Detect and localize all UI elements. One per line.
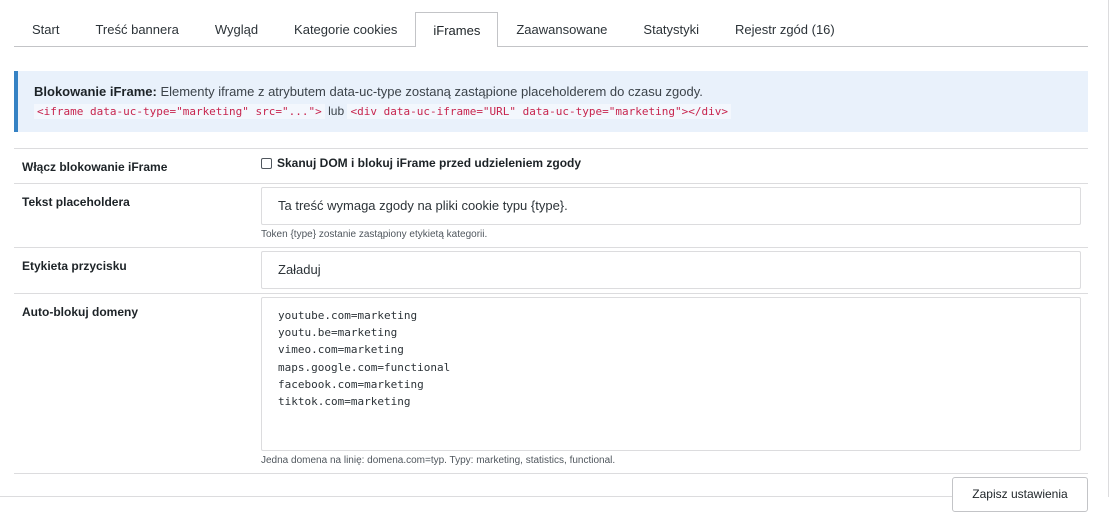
enable-blocking-control[interactable]: Skanuj DOM i blokuj iFrame przed udziele… <box>261 156 1081 170</box>
enable-blocking-label: Włącz blokowanie iFrame <box>22 160 168 174</box>
tab-advanced[interactable]: Zaawansowane <box>498 12 625 46</box>
tab-appearance[interactable]: Wygląd <box>197 12 276 46</box>
notice-separator: lub <box>328 104 345 118</box>
settings-panel: Start Treść bannera Wygląd Kategorie coo… <box>14 12 1088 474</box>
placeholder-text-input[interactable]: Ta treść wymaga zgody na pliki cookie ty… <box>261 187 1081 225</box>
notice-line-2: <iframe data-uc-type="marketing" src="..… <box>34 102 1072 121</box>
panel-bottom-border <box>0 496 952 497</box>
placeholder-text-field-wrap: Ta treść wymaga zgody na pliki cookie ty… <box>261 187 1081 240</box>
iframe-settings-form: Włącz blokowanie iFrame Skanuj DOM i blo… <box>14 148 1088 474</box>
tab-bar: Start Treść bannera Wygląd Kategorie coo… <box>14 12 1088 47</box>
tab-statistics[interactable]: Statystyki <box>625 12 717 46</box>
info-notice: Blokowanie iFrame: Elementy iframe z atr… <box>14 71 1088 132</box>
tab-iframes[interactable]: iFrames <box>415 12 499 47</box>
row-button-label: Etykieta przycisku Załaduj <box>14 247 1088 293</box>
auto-block-line: youtu.be=marketing <box>278 326 398 340</box>
enable-blocking-checkbox[interactable] <box>261 157 272 169</box>
button-label-field-wrap: Załaduj <box>261 251 1081 289</box>
auto-block-textarea[interactable]: youtube.com=marketing youtu.be=marketing… <box>261 297 1081 451</box>
tab-start[interactable]: Start <box>14 12 77 46</box>
notice-line-1: Blokowanie iFrame: Elementy iframe z atr… <box>34 83 1072 101</box>
tab-banner-content[interactable]: Treść bannera <box>77 12 196 46</box>
tab-cookie-categories[interactable]: Kategorie cookies <box>276 12 415 46</box>
placeholder-text-hint: Token {type} zostanie zastąpiony etykiet… <box>261 229 488 240</box>
auto-block-line: youtube.com=marketing <box>278 309 418 322</box>
button-label-label: Etykieta przycisku <box>22 259 127 273</box>
row-auto-block-domains: Auto-blokuj domeny youtube.com=marketing… <box>14 293 1088 474</box>
notice-code-div: <div data-uc-iframe="URL" data-uc-type="… <box>347 104 731 119</box>
enable-blocking-checkbox-label[interactable]: Skanuj DOM i blokuj iFrame przed udziele… <box>277 156 581 170</box>
auto-block-line: vimeo.com=marketing <box>278 343 404 357</box>
auto-block-line: tiktok.com=marketing <box>278 395 411 409</box>
row-placeholder-text: Tekst placeholdera Ta treść wymaga zgody… <box>14 183 1088 247</box>
button-label-input[interactable]: Załaduj <box>261 251 1081 289</box>
notice-code-iframe: <iframe data-uc-type="marketing" src="..… <box>34 104 325 119</box>
notice-title: Blokowanie iFrame: <box>34 84 157 99</box>
auto-block-field-wrap: youtube.com=marketing youtu.be=marketing… <box>261 297 1081 466</box>
auto-block-label: Auto-blokuj domeny <box>22 305 138 319</box>
auto-block-line: facebook.com=marketing <box>278 377 424 391</box>
save-settings-button[interactable]: Zapisz ustawienia <box>952 477 1088 512</box>
notice-text: Elementy iframe z atrybutem data-uc-type… <box>160 84 703 99</box>
auto-block-hint: Jedna domena na linię: domena.com=typ. T… <box>261 455 616 466</box>
placeholder-text-label: Tekst placeholdera <box>22 195 130 209</box>
panel-right-border <box>1108 0 1109 497</box>
row-enable-blocking: Włącz blokowanie iFrame Skanuj DOM i blo… <box>14 148 1088 183</box>
auto-block-line: maps.google.com=functional <box>278 360 451 374</box>
tab-consent-log[interactable]: Rejestr zgód (16) <box>717 12 853 46</box>
